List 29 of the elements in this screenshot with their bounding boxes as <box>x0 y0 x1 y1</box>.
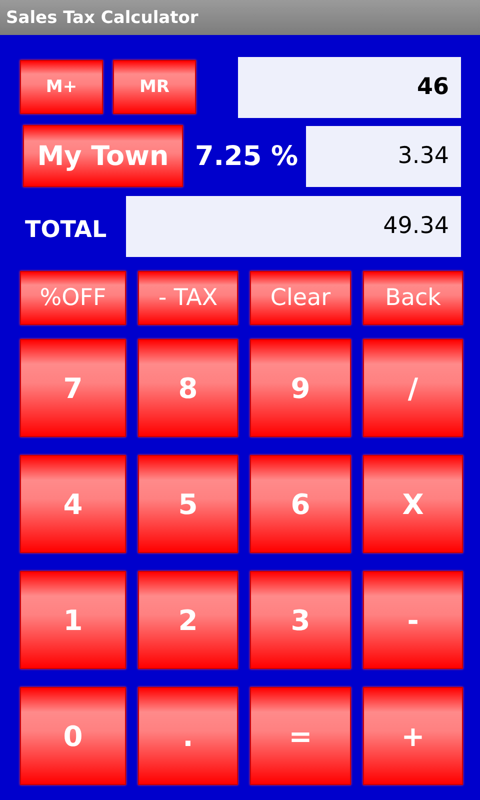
window-title: Sales Tax Calculator <box>6 8 198 28</box>
total-label: TOTAL <box>25 217 107 243</box>
function-button[interactable]: Back <box>363 271 463 325</box>
keypad-key[interactable]: 1 <box>20 571 126 669</box>
tax-rate: 7.25 % <box>195 140 298 172</box>
amount-field[interactable]: 46 <box>238 56 461 118</box>
keypad-key[interactable]: 8 <box>138 339 238 437</box>
keypad-key[interactable]: + <box>363 687 463 785</box>
keypad-key[interactable]: 9 <box>250 339 351 437</box>
function-button[interactable]: - TAX <box>138 271 238 325</box>
keypad-key[interactable]: = <box>250 687 351 785</box>
keypad-key[interactable]: - <box>363 571 463 669</box>
function-button[interactable]: Clear <box>250 271 351 325</box>
keypad-key[interactable]: 0 <box>20 687 126 785</box>
keypad-key[interactable]: 3 <box>250 571 351 669</box>
keypad-key[interactable]: 5 <box>138 455 238 553</box>
keypad-key[interactable]: 6 <box>250 455 351 553</box>
tax-field[interactable]: 3.34 <box>306 126 461 186</box>
function-button[interactable]: %OFF <box>20 271 126 325</box>
keypad-key[interactable]: / <box>363 339 463 437</box>
keypad-key[interactable]: X <box>363 455 463 553</box>
keypad-key[interactable]: . <box>138 687 238 785</box>
keypad-key[interactable]: 4 <box>20 455 126 553</box>
total-field[interactable]: 49.34 <box>126 196 461 256</box>
keypad-key[interactable]: 7 <box>20 339 126 437</box>
memory-button[interactable]: MR <box>113 60 196 114</box>
keypad-key[interactable]: 2 <box>138 571 238 669</box>
memory-button[interactable]: M+ <box>20 60 103 114</box>
location-button[interactable]: My Town <box>23 125 183 187</box>
